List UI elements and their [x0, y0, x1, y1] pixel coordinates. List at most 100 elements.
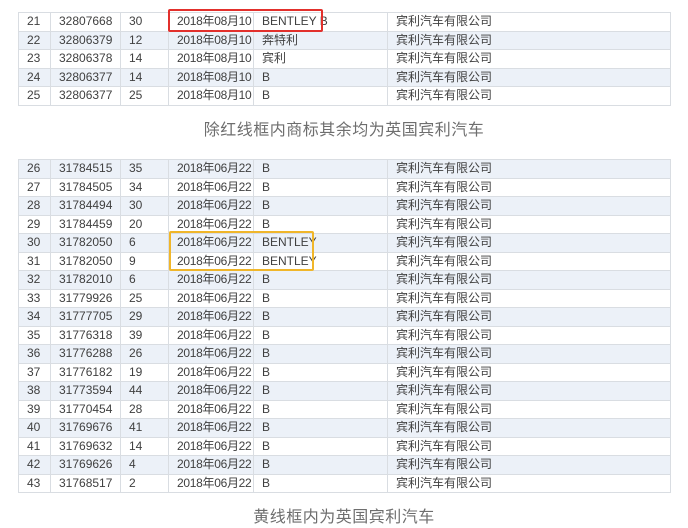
registration-number-link[interactable]: 32806377 — [50, 67, 121, 87]
application-date-cell: 2018年06月22日 — [168, 362, 254, 382]
class-number-cell: 26 — [120, 344, 169, 364]
applicant-company-cell: 宾利汽车有限公司 — [387, 49, 671, 69]
registration-number-link[interactable]: 31784515 — [50, 159, 121, 179]
class-number-cell: 30 — [120, 196, 169, 216]
row-number-cell: 40 — [18, 418, 51, 438]
registration-number-link[interactable]: 31777705 — [50, 307, 121, 327]
registration-number-link[interactable]: 31779926 — [50, 288, 121, 308]
registration-number-link[interactable]: 31782010 — [50, 270, 121, 290]
trademark-name-link[interactable]: B — [253, 325, 388, 345]
trademark-name-link[interactable]: B — [253, 436, 388, 456]
class-number-cell: 39 — [120, 325, 169, 345]
class-number-cell: 9 — [120, 251, 169, 271]
applicant-company-cell: 宾利汽车有限公司 — [387, 251, 671, 271]
table-row: 36 31776288 26 2018年06月22日 B 宾利汽车有限公司 — [18, 344, 671, 364]
class-number-cell: 35 — [120, 159, 169, 179]
class-number-cell: 12 — [120, 30, 169, 50]
application-date-cell: 2018年06月22日 — [168, 177, 254, 197]
application-date-cell: 2018年06月22日 — [168, 455, 254, 475]
class-number-cell: 4 — [120, 455, 169, 475]
table-row: 23 32806378 14 2018年08月10日 宾利 宾利汽车有限公司 — [18, 49, 671, 69]
registration-number-link[interactable]: 31773594 — [50, 381, 121, 401]
row-number-cell: 42 — [18, 455, 51, 475]
trademark-name-link[interactable]: B — [253, 344, 388, 364]
row-number-cell: 26 — [18, 159, 51, 179]
application-date-cell: 2018年06月22日 — [168, 270, 254, 290]
registration-number-link[interactable]: 31784494 — [50, 196, 121, 216]
table-row: 25 32806377 25 2018年08月10日 B 宾利汽车有限公司 — [18, 86, 671, 106]
trademark-name-link[interactable]: 奔特利 — [253, 30, 388, 50]
application-date-cell: 2018年08月10日 — [168, 86, 254, 106]
applicant-company-cell: 宾利汽车有限公司 — [387, 30, 671, 50]
row-number-cell: 29 — [18, 214, 51, 234]
trademark-name-link[interactable]: B — [253, 159, 388, 179]
application-date-cell: 2018年06月22日 — [168, 307, 254, 327]
class-number-cell: 29 — [120, 307, 169, 327]
row-number-cell: 37 — [18, 362, 51, 382]
registration-number-link[interactable]: 31770454 — [50, 399, 121, 419]
row-number-cell: 38 — [18, 381, 51, 401]
row-number-cell: 39 — [18, 399, 51, 419]
application-date-cell: 2018年06月22日 — [168, 399, 254, 419]
application-date-cell: 2018年06月22日 — [168, 251, 254, 271]
registration-number-link[interactable]: 31776288 — [50, 344, 121, 364]
trademark-table-lower: 26 31784515 35 2018年06月22日 B 宾利汽车有限公司 27… — [18, 159, 671, 493]
trademark-name-link[interactable]: B — [253, 362, 388, 382]
registration-number-link[interactable]: 31768517 — [50, 473, 121, 493]
applicant-company-cell: 宾利汽车有限公司 — [387, 473, 671, 493]
row-number-cell: 27 — [18, 177, 51, 197]
trademark-name-link[interactable]: BENTLEY — [253, 233, 388, 253]
application-date-cell: 2018年06月22日 — [168, 473, 254, 493]
registration-number-link[interactable]: 32806379 — [50, 30, 121, 50]
applicant-company-cell: 宾利汽车有限公司 — [387, 381, 671, 401]
table-row: 42 31769626 4 2018年06月22日 B 宾利汽车有限公司 — [18, 455, 671, 475]
trademark-name-link[interactable]: BENTLEY — [253, 251, 388, 271]
registration-number-link[interactable]: 31769626 — [50, 455, 121, 475]
table-row: 22 32806379 12 2018年08月10日 奔特利 宾利汽车有限公司 — [18, 30, 671, 50]
registration-number-link[interactable]: 32806378 — [50, 49, 121, 69]
trademark-name-link[interactable]: B — [253, 455, 388, 475]
trademark-name-link[interactable]: B — [253, 196, 388, 216]
registration-number-link[interactable]: 31782050 — [50, 233, 121, 253]
trademark-name-link[interactable]: B — [253, 177, 388, 197]
application-date-cell: 2018年06月22日 — [168, 196, 254, 216]
class-number-cell: 25 — [120, 288, 169, 308]
applicant-company-cell: 宾利汽车有限公司 — [387, 288, 671, 308]
class-number-cell: 25 — [120, 86, 169, 106]
registration-number-link[interactable]: 31769632 — [50, 436, 121, 456]
row-number-cell: 24 — [18, 67, 51, 87]
applicant-company-cell: 宾利汽车有限公司 — [387, 325, 671, 345]
application-date-cell: 2018年06月22日 — [168, 381, 254, 401]
trademark-name-link[interactable]: B — [253, 399, 388, 419]
registration-number-link[interactable]: 31784505 — [50, 177, 121, 197]
table-body: 21 32807668 30 2018年08月10日 BENTLEY B 宾利汽… — [18, 12, 671, 106]
application-date-cell: 2018年06月22日 — [168, 214, 254, 234]
registration-number-link[interactable]: 32807668 — [50, 12, 121, 32]
trademark-name-link[interactable]: B — [253, 418, 388, 438]
trademark-name-link[interactable]: BENTLEY B — [253, 12, 388, 32]
trademark-name-link[interactable]: B — [253, 86, 388, 106]
trademark-name-link[interactable]: B — [253, 307, 388, 327]
trademark-name-link[interactable]: B — [253, 270, 388, 290]
trademark-name-link[interactable]: 宾利 — [253, 49, 388, 69]
trademark-results-page: 21 32807668 30 2018年08月10日 BENTLEY B 宾利汽… — [0, 0, 688, 528]
registration-number-link[interactable]: 32806377 — [50, 86, 121, 106]
trademark-name-link[interactable]: B — [253, 473, 388, 493]
row-number-cell: 21 — [18, 12, 51, 32]
registration-number-link[interactable]: 31769676 — [50, 418, 121, 438]
trademark-name-link[interactable]: B — [253, 67, 388, 87]
class-number-cell: 30 — [120, 12, 169, 32]
application-date-cell: 2018年06月22日 — [168, 325, 254, 345]
trademark-name-link[interactable]: B — [253, 381, 388, 401]
trademark-name-link[interactable]: B — [253, 288, 388, 308]
registration-number-link[interactable]: 31782050 — [50, 251, 121, 271]
registration-number-link[interactable]: 31776182 — [50, 362, 121, 382]
applicant-company-cell: 宾利汽车有限公司 — [387, 233, 671, 253]
registration-number-link[interactable]: 31784459 — [50, 214, 121, 234]
application-date-cell: 2018年06月22日 — [168, 288, 254, 308]
registration-number-link[interactable]: 31776318 — [50, 325, 121, 345]
trademark-name-link[interactable]: B — [253, 214, 388, 234]
table-row: 30 31782050 6 2018年06月22日 BENTLEY 宾利汽车有限… — [18, 233, 671, 253]
table-row: 24 32806377 14 2018年08月10日 B 宾利汽车有限公司 — [18, 67, 671, 87]
row-number-cell: 22 — [18, 30, 51, 50]
